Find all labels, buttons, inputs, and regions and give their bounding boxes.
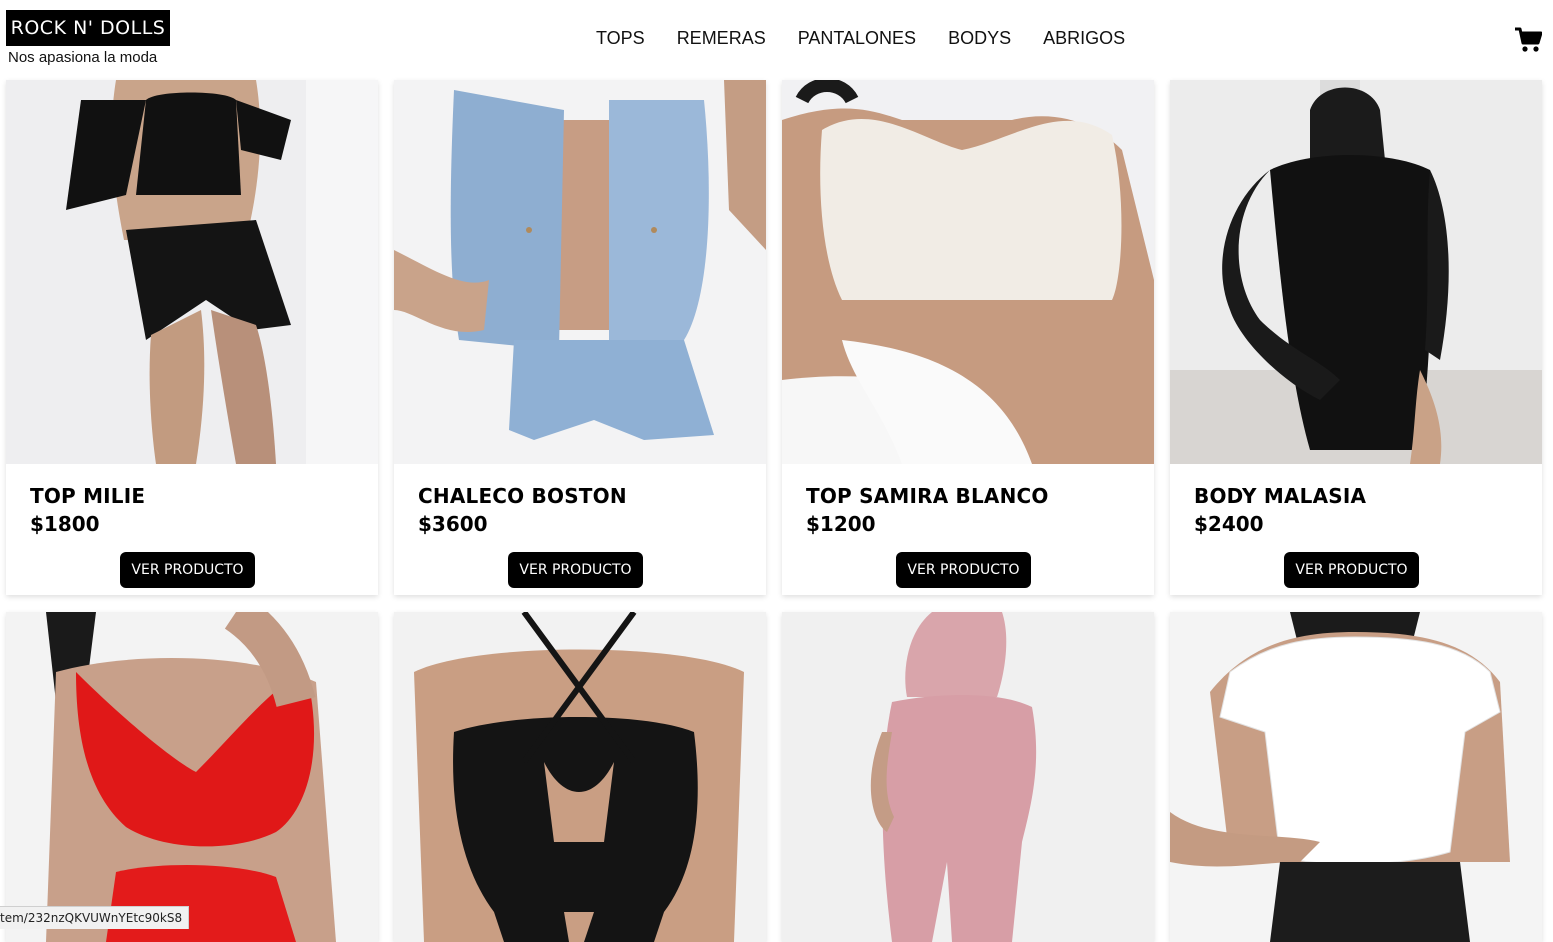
product-image[interactable] bbox=[1170, 612, 1542, 942]
nav-link-abrigos[interactable]: ABRIGOS bbox=[1027, 28, 1141, 49]
nav-link-pantalones[interactable]: PANTALONES bbox=[782, 28, 932, 49]
product-image[interactable] bbox=[782, 612, 1154, 942]
shopping-cart-icon[interactable] bbox=[1514, 27, 1542, 53]
nav-link-tops[interactable]: TOPS bbox=[580, 28, 661, 49]
link-status-bar: tem/232nzQKVUWnYEtc90kS8 bbox=[0, 906, 190, 929]
product-price: $2400 bbox=[1194, 512, 1264, 536]
product-image[interactable] bbox=[6, 80, 378, 464]
nav-link-remeras[interactable]: REMERAS bbox=[661, 28, 782, 49]
product-card bbox=[782, 612, 1154, 942]
product-price: $3600 bbox=[418, 512, 488, 536]
product-price: $1200 bbox=[806, 512, 876, 536]
product-info: TOP SAMIRA BLANCO $1200 VER PRODUCTO bbox=[782, 464, 1154, 595]
product-card: BODY MALASIA $2400 VER PRODUCTO bbox=[1170, 80, 1542, 595]
product-card bbox=[6, 612, 378, 942]
view-product-button[interactable]: VER PRODUCTO bbox=[896, 552, 1031, 588]
product-info: BODY MALASIA $2400 VER PRODUCTO bbox=[1170, 464, 1542, 595]
product-card: TOP SAMIRA BLANCO $1200 VER PRODUCTO bbox=[782, 80, 1154, 595]
product-name[interactable]: TOP MILIE bbox=[30, 484, 145, 508]
view-product-button[interactable]: VER PRODUCTO bbox=[120, 552, 255, 588]
product-image[interactable] bbox=[782, 80, 1154, 464]
product-image[interactable] bbox=[394, 612, 766, 942]
view-product-button[interactable]: VER PRODUCTO bbox=[1284, 552, 1419, 588]
product-image[interactable] bbox=[394, 80, 766, 464]
main-nav: TOPS REMERAS PANTALONES BODYS ABRIGOS bbox=[580, 28, 1141, 49]
product-name[interactable]: CHALECO BOSTON bbox=[418, 484, 627, 508]
product-card bbox=[1170, 612, 1542, 942]
product-info: CHALECO BOSTON $3600 VER PRODUCTO bbox=[394, 464, 766, 595]
product-card bbox=[394, 612, 766, 942]
brand-logo[interactable]: ROCK N' DOLLS bbox=[6, 10, 170, 46]
product-image[interactable] bbox=[6, 612, 378, 942]
product-image[interactable] bbox=[1170, 80, 1542, 464]
product-price: $1800 bbox=[30, 512, 100, 536]
site-header: ROCK N' DOLLS Nos apasiona la moda TOPS … bbox=[0, 0, 1553, 80]
product-name[interactable]: BODY MALASIA bbox=[1194, 484, 1366, 508]
product-info: TOP MILIE $1800 VER PRODUCTO bbox=[6, 464, 378, 595]
product-card: CHALECO BOSTON $3600 VER PRODUCTO bbox=[394, 80, 766, 595]
product-name[interactable]: TOP SAMIRA BLANCO bbox=[806, 484, 1049, 508]
nav-link-bodys[interactable]: BODYS bbox=[932, 28, 1027, 49]
view-product-button[interactable]: VER PRODUCTO bbox=[508, 552, 643, 588]
brand-tagline: Nos apasiona la moda bbox=[8, 49, 158, 66]
product-card: TOP MILIE $1800 VER PRODUCTO bbox=[6, 80, 378, 595]
